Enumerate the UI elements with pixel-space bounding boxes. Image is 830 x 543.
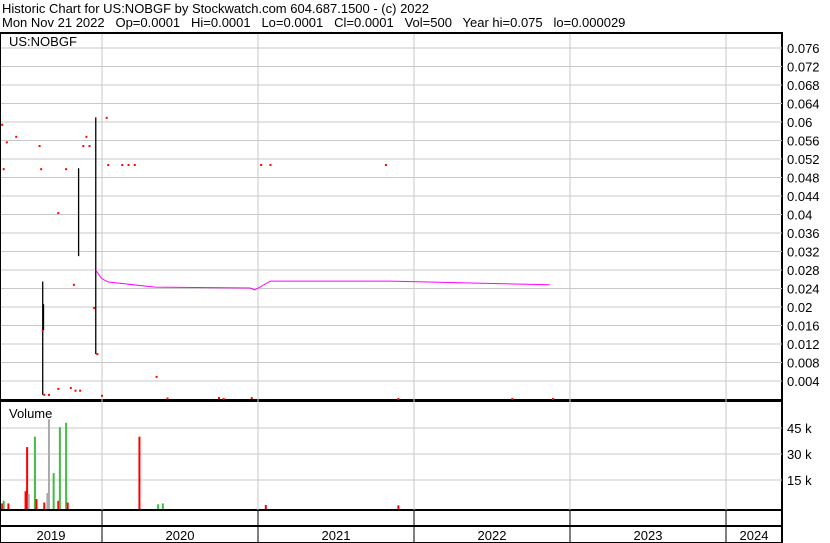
volume-bar — [58, 427, 61, 509]
price-tick-label: 0.072 — [787, 60, 820, 75]
close-point — [2, 168, 5, 171]
marks — [1, 116, 554, 509]
price-tick-label: 0.06 — [787, 115, 812, 130]
close-point — [133, 164, 136, 167]
year-label: 2021 — [322, 528, 351, 543]
close-point — [397, 398, 400, 401]
stock-chart: Historic Chart for US:NOBGF by Stockwatc… — [0, 0, 830, 543]
year-label: 2020 — [166, 528, 195, 543]
close-point — [101, 394, 103, 397]
close-point — [105, 116, 108, 119]
volume-bar — [27, 493, 30, 509]
volume-tick-label: 30 k — [787, 447, 812, 462]
year-label: 2024 — [740, 528, 769, 543]
volume-bar — [138, 436, 141, 509]
price-tick-label: 0.052 — [787, 152, 820, 167]
close-point — [15, 135, 18, 138]
close-point — [155, 375, 158, 378]
year-label: 2023 — [634, 528, 663, 543]
close-point — [166, 397, 169, 400]
close-point — [40, 168, 43, 171]
volume-bar — [52, 473, 55, 509]
volume-bar — [43, 502, 46, 509]
volume-bar — [33, 436, 36, 509]
close-point — [269, 164, 272, 167]
volume-bar — [66, 502, 69, 509]
price-tick-label: 0.02 — [787, 300, 812, 315]
grid — [0, 32, 783, 543]
close-point — [82, 145, 85, 148]
price-tick-label: 0.064 — [787, 97, 820, 112]
volume-label: Volume — [9, 406, 52, 421]
price-tick-label: 0.048 — [787, 171, 820, 186]
price-tick-label: 0.004 — [787, 374, 820, 389]
close-point — [65, 168, 68, 171]
symbol-label: US:NOBGF — [9, 34, 77, 49]
close-point — [79, 389, 82, 392]
close-point — [69, 386, 72, 389]
volume-tick-label: 45 k — [787, 421, 812, 436]
price-tick-label: 0.036 — [787, 226, 820, 241]
price-tick-label: 0.012 — [787, 337, 820, 352]
close-point — [551, 398, 554, 401]
close-point — [1, 123, 4, 126]
close-point — [511, 398, 514, 401]
volume-bar — [264, 504, 267, 509]
close-point — [96, 353, 99, 356]
year-label: 2019 — [37, 528, 66, 543]
price-tick-label: 0.056 — [787, 134, 820, 149]
close-point — [250, 397, 253, 400]
volume-bar — [7, 503, 10, 509]
price-tick-label: 0.04 — [787, 208, 812, 223]
price-pane — [0, 32, 783, 401]
volume-bar — [161, 503, 164, 509]
volume-bar — [157, 504, 160, 509]
moving-average-line — [95, 269, 550, 291]
close-point — [121, 164, 124, 167]
price-tick-label: 0.076 — [787, 41, 820, 56]
close-point — [85, 135, 88, 138]
price-tick-label: 0.032 — [787, 245, 820, 260]
volume-tick-label: 15 k — [787, 473, 812, 488]
close-point — [5, 141, 8, 144]
price-tick-label: 0.024 — [787, 282, 820, 297]
close-point — [93, 306, 96, 309]
price-tick-label: 0.008 — [787, 356, 820, 371]
close-point — [41, 330, 44, 333]
close-point — [47, 393, 50, 396]
close-point — [72, 283, 75, 286]
close-point — [57, 212, 60, 215]
close-point — [222, 398, 225, 401]
volume-bar — [35, 499, 38, 509]
price-tick-label: 0.016 — [787, 319, 820, 334]
volume-bar — [397, 505, 400, 509]
volume-pane — [0, 400, 783, 511]
close-point — [218, 397, 220, 400]
volume-bar — [47, 419, 50, 509]
close-point — [74, 389, 77, 392]
axes: 0.076 0.072 0.068 0.064 0.06 0.056 0.052 0.048 0… — [37, 41, 820, 543]
close-point — [127, 164, 130, 167]
volume-bar — [2, 500, 5, 509]
close-point — [107, 164, 110, 167]
volume-bar — [65, 422, 68, 509]
close-point — [38, 145, 41, 148]
price-tick-label: 0.068 — [787, 78, 820, 93]
close-point — [260, 164, 263, 167]
price-tick-label: 0.028 — [787, 263, 820, 278]
close-point — [88, 145, 91, 148]
close-point — [384, 164, 387, 167]
price-tick-label: 0.044 — [787, 189, 820, 204]
chart-svg: US:NOBGF Volume 0.076 0.072 0.068 0.064 0.06… — [0, 32, 820, 543]
close-point — [57, 387, 60, 390]
close-point — [43, 393, 46, 396]
year-label: 2022 — [478, 528, 507, 543]
